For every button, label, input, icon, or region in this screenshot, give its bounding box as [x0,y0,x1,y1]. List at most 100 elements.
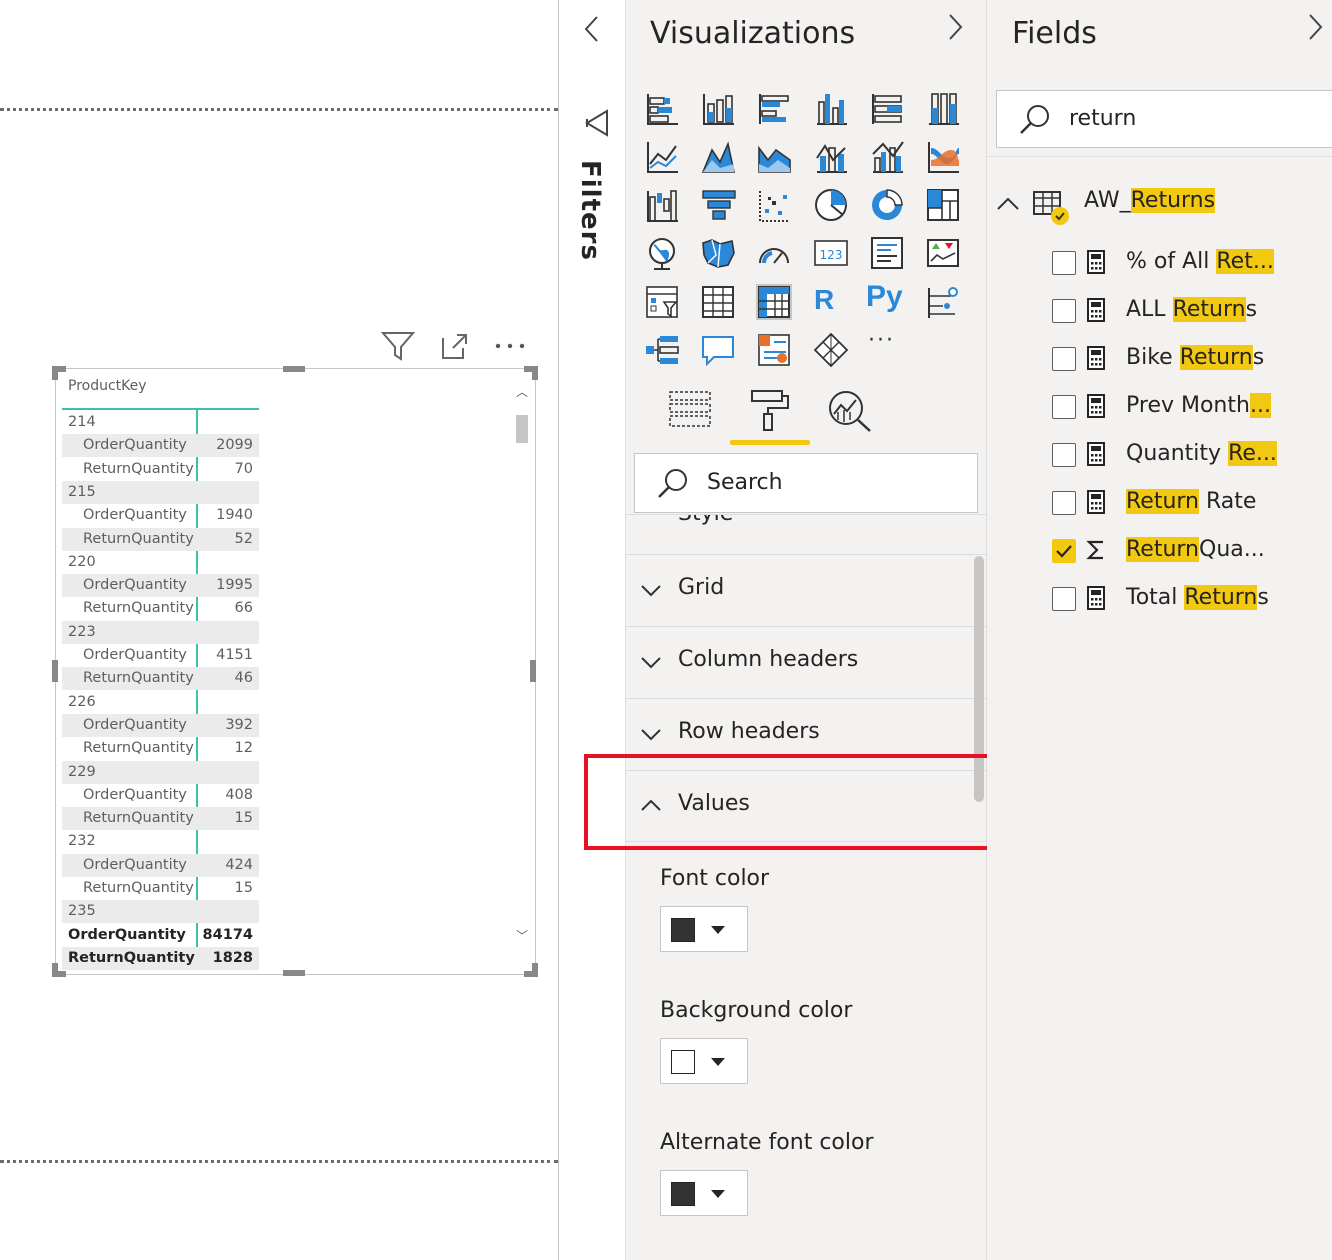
filter-icon[interactable] [380,328,416,364]
resize-handle-bottom-right[interactable] [524,963,538,977]
decomposition-tree-icon[interactable] [644,332,680,368]
matrix-row[interactable]: OrderQuantity 408 [62,784,259,807]
alternate-font-color-picker[interactable] [660,1170,748,1216]
qa-speech-bubble-icon[interactable] [700,332,736,368]
field-item[interactable]: Bike Returns [1052,343,1332,375]
collapse-chevron-left-icon[interactable] [581,14,603,48]
matrix-row[interactable]: ReturnQuantity 46 [62,667,259,691]
matrix-row[interactable]: OrderQuantity 424 [62,853,259,877]
line-chart-icon[interactable] [644,138,680,174]
multi-row-card-icon[interactable] [869,235,905,271]
checkbox[interactable] [1052,587,1076,611]
scatter-chart-icon[interactable] [756,187,792,223]
fields-well-tab-icon[interactable] [668,388,714,432]
pie-chart-icon[interactable] [813,187,849,223]
matrix-group-row[interactable]: 223 [62,620,259,644]
format-search-input[interactable]: Search [634,453,978,513]
clustered-bar-chart-icon[interactable] [756,90,792,126]
field-item[interactable]: ReturnQua... [1052,535,1332,567]
checkbox[interactable] [1052,395,1076,419]
matrix-row[interactable]: OrderQuantity 392 [62,713,259,737]
field-item[interactable]: Quantity Re... [1052,439,1332,471]
resize-handle-left[interactable] [52,660,58,682]
table-visual-icon[interactable] [700,284,736,320]
matrix-group-row[interactable]: 229 [62,760,259,784]
scroll-down-icon[interactable]: ﹀ [514,929,530,943]
r-script-visual-icon[interactable]: R [814,284,834,316]
matrix-total-row[interactable]: OrderQuantity 84174 [62,924,259,947]
resize-handle-right[interactable] [530,660,536,682]
treemap-icon[interactable] [925,187,961,223]
checkbox-checked[interactable] [1052,539,1076,563]
filled-map-icon[interactable] [700,235,736,271]
report-canvas[interactable]: ︿ ﹀ ProductKey 214 OrderQuantity 2099 Retur… [0,0,558,1260]
matrix-row[interactable]: OrderQuantity 2099 [62,434,259,458]
matrix-row[interactable]: ReturnQuantity 70 [62,458,259,481]
100-stacked-column-chart-icon[interactable] [925,90,961,126]
resize-handle-top-right[interactable] [524,366,538,380]
visualizations-collapse-icon[interactable] [944,12,966,49]
fields-collapse-icon[interactable] [1304,12,1326,49]
matrix-group-row[interactable]: 235 [62,900,259,924]
analytics-magnifier-icon[interactable] [826,388,872,432]
resize-handle-top[interactable] [283,366,305,372]
section-column-headers[interactable]: Column headers [626,626,987,698]
matrix-group-row[interactable]: 220 [62,551,259,574]
focus-mode-icon[interactable] [436,328,472,364]
funnel-chart-icon[interactable] [700,187,736,223]
field-item[interactable]: Prev Month... [1052,391,1332,423]
format-paint-roller-icon[interactable] [748,388,794,432]
matrix-group-row[interactable]: 215 [62,480,259,504]
matrix-row[interactable]: ReturnQuantity 52 [62,527,259,551]
section-style-partial[interactable]: Style [626,514,987,554]
resize-handle-bottom[interactable] [283,970,305,976]
line-and-stacked-column-icon[interactable] [813,138,849,174]
checkbox[interactable] [1052,347,1076,371]
checkbox[interactable] [1052,299,1076,323]
smart-narrative-icon[interactable] [756,332,792,368]
field-item[interactable]: Total Returns [1052,583,1332,615]
filter-funnel-icon[interactable] [583,108,611,144]
checkbox[interactable] [1052,443,1076,467]
field-item[interactable]: % of All Ret... [1052,247,1332,279]
table-name-aw-returns[interactable]: AW_Returns [1084,188,1216,213]
fields-search-input[interactable]: return [996,90,1332,148]
scroll-thumb[interactable] [516,415,528,443]
more-visuals-icon[interactable]: ··· [868,328,895,353]
matrix-row[interactable]: ReturnQuantity 66 [62,597,259,620]
line-and-clustered-column-icon[interactable] [869,138,905,174]
gauge-icon[interactable] [756,235,792,271]
ribbon-chart-icon[interactable] [925,138,961,174]
table-expand-chevron-up-icon[interactable] [996,192,1020,216]
kpi-icon[interactable] [925,235,961,271]
more-options-icon[interactable] [492,328,528,364]
section-grid[interactable]: Grid [626,554,987,626]
field-item[interactable]: Return Rate [1052,487,1332,519]
matrix-total-row[interactable]: ReturnQuantity 1828 [62,946,259,970]
matrix-row[interactable]: ReturnQuantity 15 [62,877,259,900]
filters-title[interactable]: Filters [575,160,605,261]
stacked-column-chart-icon[interactable] [700,90,736,126]
100-stacked-bar-chart-icon[interactable] [869,90,905,126]
card-icon[interactable]: 123 [813,235,849,271]
checkbox[interactable] [1052,491,1076,515]
checkbox[interactable] [1052,251,1076,275]
matrix-row[interactable]: ReturnQuantity 15 [62,807,259,831]
matrix-group-row[interactable]: 214 [62,411,259,434]
matrix-row[interactable]: OrderQuantity 1940 [62,504,259,527]
map-icon[interactable] [644,235,680,271]
field-item[interactable]: ALL Returns [1052,295,1332,327]
slicer-icon[interactable] [644,284,680,320]
python-visual-icon[interactable]: Py [866,280,903,314]
matrix-row[interactable]: OrderQuantity 4151 [62,644,259,667]
key-influencers-icon[interactable] [925,284,961,320]
matrix-scrollbar[interactable]: ︿ ﹀ [514,385,530,950]
clustered-column-chart-icon[interactable] [813,90,849,126]
custom-visual-diamond-icon[interactable] [813,332,849,368]
stacked-bar-chart-icon[interactable] [644,90,680,126]
matrix-group-row[interactable]: 232 [62,830,259,853]
resize-handle-top-left[interactable] [52,366,66,380]
matrix-row[interactable]: OrderQuantity 1995 [62,574,259,598]
matrix-visual-icon[interactable] [756,283,793,320]
scroll-up-icon[interactable]: ︿ [514,385,530,399]
